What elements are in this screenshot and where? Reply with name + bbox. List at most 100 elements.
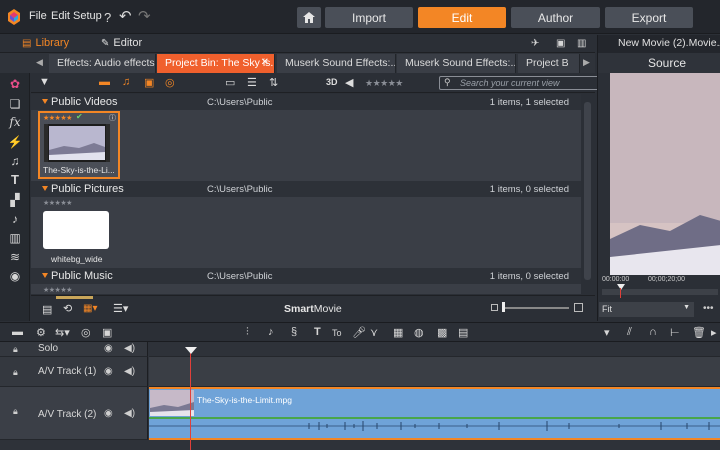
picture-thumbnail[interactable]: ★★★★★ whitebg_wide <box>38 198 120 266</box>
author-button[interactable]: Author <box>511 7 600 28</box>
layout-icon[interactable]: ▥ <box>577 38 586 49</box>
visibility-icon[interactable]: ◉ <box>104 343 113 354</box>
zoom-large-icon[interactable] <box>574 303 583 312</box>
piano-icon[interactable]: ▥ <box>0 231 30 245</box>
scrubber-handle[interactable] <box>617 284 625 290</box>
pan-zoom-icon[interactable]: ▩ <box>437 326 447 339</box>
tab-effects-audio[interactable]: Effects: Audio effects <box>49 54 156 73</box>
tabs-scroll-left-icon[interactable]: ◀ <box>36 57 43 68</box>
settings-icon[interactable]: ⚙ <box>36 326 46 339</box>
export-button[interactable]: Export <box>605 7 693 28</box>
more-options-icon[interactable]: ••• <box>703 303 714 314</box>
snapshot-icon[interactable]: ▣ <box>102 326 112 339</box>
menu-file[interactable]: File <box>29 10 47 22</box>
import-button[interactable]: Import <box>325 7 413 28</box>
tab-project-bin[interactable]: Project Bin: The Sky is... ✕ <box>157 54 275 73</box>
3d-filter-button[interactable]: 3D <box>326 77 338 87</box>
storyboard-toggle-icon[interactable]: ▬ <box>12 326 23 338</box>
split-icon[interactable]: ⋎ <box>370 326 378 339</box>
razor-icon[interactable]: ⫽ <box>627 326 632 339</box>
lock-icon[interactable]: 🔒︎ <box>13 367 18 378</box>
filter-video-icon[interactable]: ▬ <box>99 76 110 88</box>
collapse-arrow-icon[interactable] <box>42 273 48 278</box>
info-icon[interactable]: ⓘ <box>109 113 116 123</box>
video-clip[interactable]: The-Sky-is-the-Limit.mpg <box>149 387 720 440</box>
stabilize-icon[interactable]: ▤ <box>458 326 468 339</box>
grid-icon[interactable]: ▦ <box>393 326 403 339</box>
lock-icon[interactable]: 🔒︎ <box>13 344 18 355</box>
home-button[interactable] <box>297 7 321 28</box>
titles-icon[interactable]: T <box>0 172 30 187</box>
marker-icon[interactable]: ◎ <box>81 326 91 339</box>
speaker-icon[interactable]: ◀) <box>124 366 135 377</box>
view-list-icon[interactable]: ☰ <box>247 76 257 89</box>
track-2-header[interactable]: 🔒︎ A/V Track (2) ◉ ◀) <box>0 387 148 440</box>
tab-muserk-2[interactable]: Muserk Sound Effects:... <box>397 54 516 73</box>
overflow-icon[interactable]: ▸ <box>711 326 717 339</box>
audio-icon[interactable]: ≋ <box>0 250 30 264</box>
library-scrollbar[interactable] <box>581 94 595 294</box>
rating-stars[interactable]: ★★★★★ <box>43 114 72 122</box>
close-tab-icon[interactable]: ✕ <box>261 57 269 68</box>
collections-icon[interactable]: ❏ <box>0 97 30 111</box>
visibility-icon[interactable]: ◉ <box>104 408 113 419</box>
details-view-icon[interactable]: ☰▾ <box>113 302 128 315</box>
disc-icon[interactable]: ◉ <box>0 269 30 283</box>
browser-icon[interactable]: ▤ <box>42 303 52 316</box>
color-icon[interactable]: ◍ <box>414 326 424 339</box>
dock-icon[interactable]: ▣ <box>556 38 565 49</box>
voiceover-icon[interactable]: 🎤︎ <box>352 326 366 339</box>
zoom-slider-handle[interactable] <box>502 302 505 312</box>
audio-mixer-icon[interactable]: ⫶ <box>246 326 249 339</box>
track-1-header[interactable]: 🔒︎ A/V Track (1) ◉ ◀) <box>0 357 148 387</box>
tab-project-bin-2[interactable]: Project B <box>518 54 580 73</box>
effects-icon[interactable]: fx <box>0 115 30 129</box>
video-thumbnail[interactable]: ★★★★★ ✔ ⓘ The-Sky-is-the-Li... <box>38 111 120 179</box>
tag-icon[interactable]: ◀ <box>345 76 353 89</box>
scorefitter-icon[interactable]: § <box>291 326 297 338</box>
search-input[interactable]: Search your current view <box>439 76 611 90</box>
delete-icon[interactable]: 🗑︎ <box>692 326 706 339</box>
track-options-icon[interactable]: ⇆▾ <box>55 326 70 339</box>
help-icon[interactable]: ? <box>104 10 111 25</box>
playhead-handle[interactable] <box>185 347 197 354</box>
editor-tab[interactable]: ✎ Editor <box>101 37 142 49</box>
magnet-icon[interactable]: ∩ <box>649 326 657 338</box>
add-to-bin-icon[interactable]: ▼ <box>39 76 50 88</box>
speaker-icon[interactable]: ◀) <box>124 408 135 419</box>
pin-icon[interactable]: ✈ <box>531 38 539 49</box>
track-1-lane[interactable] <box>149 357 720 387</box>
rating-filter[interactable]: ★★★★★ <box>365 78 403 89</box>
smartmovie-label[interactable]: SmartMovie <box>284 303 342 315</box>
trim-icon[interactable]: ⊢ <box>670 326 680 339</box>
music-icon[interactable]: ♫ <box>0 154 30 168</box>
filter-audio-icon[interactable]: ♫ <box>122 76 130 88</box>
rating-stars[interactable]: ★★★★★ <box>43 199 72 207</box>
tabs-scroll-right-icon[interactable]: ▶ <box>583 57 590 68</box>
montage-icon[interactable]: ▞ <box>0 193 30 207</box>
visibility-icon[interactable]: ◉ <box>104 366 113 377</box>
text-to-speech-icon[interactable]: To <box>332 328 342 338</box>
redo-icon[interactable]: ↷ <box>138 7 151 25</box>
filter-project-icon[interactable]: ◎ <box>165 76 175 89</box>
sound-effects-icon[interactable]: ♪ <box>0 212 30 226</box>
sync-icon[interactable]: ⟲ <box>63 302 72 315</box>
transitions-icon[interactable]: ⚡ <box>0 135 30 149</box>
collapse-arrow-icon[interactable] <box>42 99 48 104</box>
zoom-small-icon[interactable] <box>491 304 498 311</box>
section-public-music[interactable]: Public Music C:\Users\Public 1 items, 0 … <box>31 268 581 284</box>
media-icon[interactable]: ✿ <box>0 77 30 91</box>
fit-dropdown[interactable]: Fit ▼ <box>599 302 694 317</box>
menu-edit[interactable]: Edit <box>51 10 70 22</box>
rating-stars[interactable]: ★★★★★ <box>43 286 72 294</box>
speaker-icon[interactable]: ◀) <box>124 343 135 354</box>
lock-icon[interactable]: 🔒︎ <box>13 406 18 417</box>
timeline-playhead[interactable] <box>190 350 191 450</box>
beat-icon[interactable]: ♪ <box>268 326 274 338</box>
section-public-videos[interactable]: Public Videos C:\Users\Public 1 items, 1… <box>31 94 581 110</box>
sort-icon[interactable]: ⇅ <box>269 76 278 89</box>
menu-setup[interactable]: Setup <box>73 10 102 22</box>
collapse-arrow-icon[interactable] <box>42 186 48 191</box>
tab-muserk-1[interactable]: Muserk Sound Effects:... <box>277 54 396 73</box>
filter-photo-icon[interactable]: ▣ <box>144 76 154 89</box>
